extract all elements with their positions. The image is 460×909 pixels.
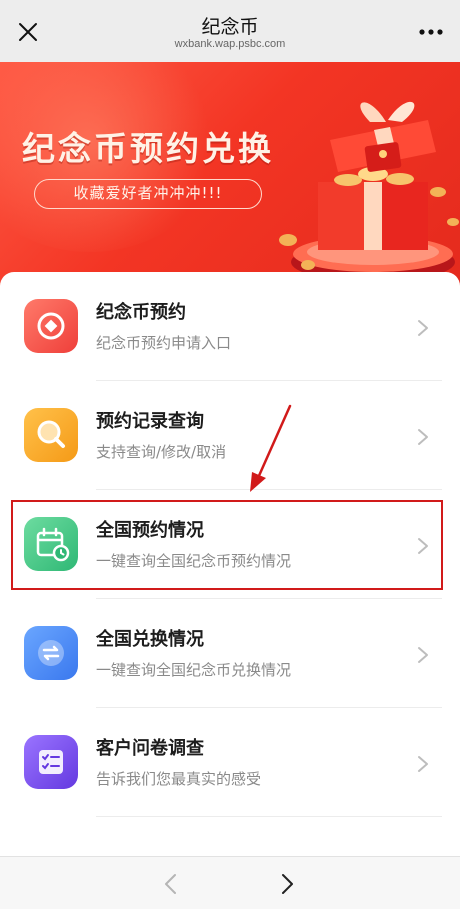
menu-item-title: 全国兑换情况 [96, 629, 204, 650]
chevron-right-icon [418, 647, 428, 663]
chevron-right-icon [418, 320, 428, 336]
forward-icon[interactable] [276, 872, 298, 896]
magnifier-icon [24, 408, 78, 462]
menu-item-subtitle: 一键查询全国纪念币兑换情况 [96, 661, 292, 679]
gift-box-illustration [279, 101, 459, 282]
coin-icon [24, 299, 78, 353]
page-title: 纪念币 [201, 16, 259, 38]
menu-item-title: 客户问卷调查 [96, 738, 204, 759]
page-url: wxbank.wap.psbc.com [174, 38, 286, 50]
menu-item-subtitle: 纪念币预约申请入口 [96, 334, 232, 352]
checklist-icon [24, 735, 78, 789]
divider [96, 816, 442, 817]
menu-item-coin-reservation[interactable]: 纪念币预约 纪念币预约申请入口 [0, 272, 460, 381]
menu-item-customer-survey[interactable]: 客户问卷调查 告诉我们您最真实的感受 [0, 708, 460, 817]
banner-headline: 纪念币预约兑换 [22, 129, 274, 168]
highlight-box [11, 500, 443, 590]
more-options-icon[interactable] [416, 20, 446, 44]
bottom-nav-bar [0, 856, 460, 909]
menu-item-title: 预约记录查询 [96, 411, 204, 432]
menu-item-reservation-records[interactable]: 预约记录查询 支持查询/修改/取消 [0, 381, 460, 490]
back-icon[interactable] [160, 872, 182, 896]
top-bar: 纪念币 wxbank.wap.psbc.com [0, 0, 460, 62]
menu-item-national-exchanges[interactable]: 全国兑换情况 一键查询全国纪念币兑换情况 [0, 599, 460, 708]
menu-item-subtitle: 告诉我们您最真实的感受 [96, 770, 262, 788]
pointer-arrow-icon [250, 404, 292, 492]
chevron-right-icon [418, 429, 428, 445]
promo-banner: 纪念币预约兑换 收藏爱好者冲冲冲!!! [0, 62, 460, 294]
menu-item-subtitle: 支持查询/修改/取消 [96, 443, 227, 461]
menu-item-title: 纪念币预约 [96, 302, 186, 323]
exchange-arrows-icon [24, 626, 78, 680]
chevron-right-icon [418, 756, 428, 772]
banner-tagline: 收藏爱好者冲冲冲!!! [34, 179, 262, 209]
